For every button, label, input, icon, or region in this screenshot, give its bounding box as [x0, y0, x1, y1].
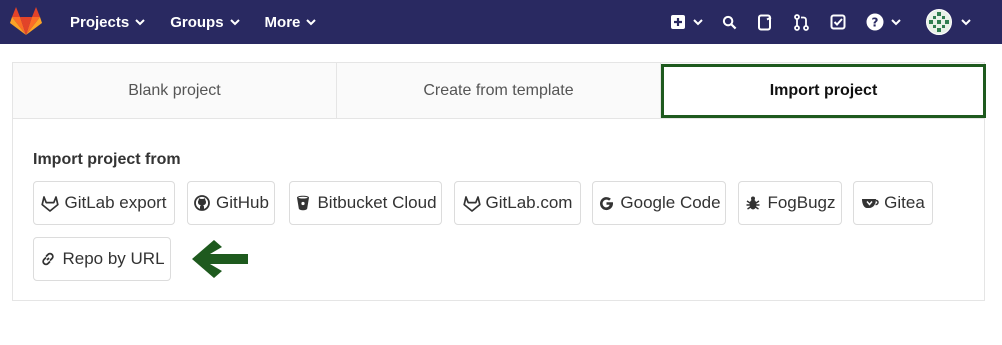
search-icon — [722, 15, 737, 29]
nav-groups[interactable]: Groups — [158, 0, 252, 44]
nav-projects[interactable]: Projects — [58, 0, 158, 44]
chevron-down-icon — [693, 19, 703, 26]
import-bitbucket-cloud-button[interactable]: Bitbucket Cloud — [289, 181, 442, 225]
todos-button[interactable] — [820, 0, 856, 44]
chevron-down-icon — [229, 19, 240, 26]
import-source-label: Google Code — [620, 193, 721, 212]
import-repo-by-url-button[interactable]: Repo by URL — [33, 237, 171, 281]
merge-requests-button[interactable] — [783, 0, 820, 44]
nav-projects-label: Projects — [70, 13, 130, 31]
import-heading: Import project from — [33, 151, 181, 168]
plus-square-icon — [671, 15, 685, 29]
import-source-label: Gitea — [884, 193, 925, 212]
search-button[interactable] — [712, 0, 747, 44]
import-github-button[interactable]: GitHub — [187, 181, 275, 225]
import-source-label: GitHub — [216, 193, 269, 212]
nav-groups-label: Groups — [170, 13, 224, 31]
import-source-label: FogBugz — [767, 193, 836, 212]
bitbucket-icon — [294, 194, 312, 212]
import-gitlab-export-button[interactable]: GitLab export — [33, 181, 175, 225]
import-google-code-button[interactable]: Google Code — [592, 181, 726, 225]
import-source-label: Bitbucket Cloud — [317, 193, 437, 212]
user-menu-button[interactable] — [912, 0, 1002, 44]
import-source-label: GitLab export — [64, 193, 167, 212]
tab-create-from-template[interactable]: Create from template — [337, 63, 661, 118]
github-icon — [193, 194, 211, 212]
new-dropdown-button[interactable] — [662, 0, 712, 44]
help-dropdown-button[interactable]: ? — [856, 0, 912, 44]
gitlab-icon — [462, 194, 481, 212]
import-fogbugz-button[interactable]: FogBugz — [738, 181, 842, 225]
bug-icon — [744, 194, 762, 212]
svg-text:?: ? — [872, 16, 879, 30]
chevron-down-icon — [135, 19, 145, 26]
link-icon — [39, 250, 57, 268]
chevron-down-icon — [891, 19, 901, 26]
gitlab-icon — [41, 194, 60, 212]
issues-button[interactable] — [747, 0, 783, 44]
gitea-icon — [861, 194, 879, 212]
chevron-down-icon — [961, 19, 971, 26]
nav-more[interactable]: More — [253, 0, 330, 44]
google-icon — [597, 194, 615, 212]
import-gitea-button[interactable]: Gitea — [853, 181, 933, 225]
nav-more-label: More — [264, 13, 301, 31]
merge-requests-icon — [794, 13, 809, 31]
top-navbar: Projects Groups More ? — [0, 0, 1002, 44]
help-icon: ? — [866, 13, 884, 31]
project-tabs: Blank project Create from template Impor… — [13, 63, 986, 119]
new-project-panel: Blank project Create from template Impor… — [12, 62, 986, 301]
chevron-down-icon — [306, 19, 317, 26]
tab-import-project[interactable]: Import project — [661, 64, 986, 118]
todos-icon — [830, 14, 846, 30]
arrow-left-icon — [192, 240, 248, 278]
import-source-label: Repo by URL — [62, 249, 165, 268]
issues-icon — [758, 14, 772, 30]
gitlab-logo-icon[interactable] — [10, 6, 42, 36]
import-source-label: GitLab.com — [485, 193, 573, 212]
avatar-icon — [926, 9, 952, 35]
import-gitlab-com-button[interactable]: GitLab.com — [454, 181, 581, 225]
tab-blank-project[interactable]: Blank project — [13, 63, 337, 118]
